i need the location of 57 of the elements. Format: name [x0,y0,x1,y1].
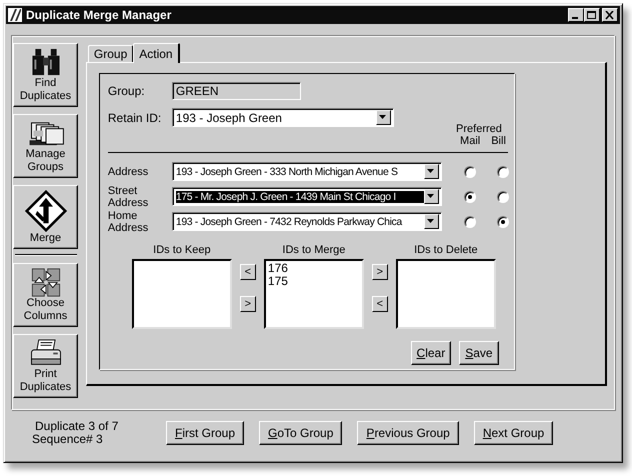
dropdown-arrow-icon [427,169,436,174]
close-button[interactable] [602,8,618,22]
list-title: IDs to Keep [153,244,211,256]
close-icon [605,10,615,20]
dropdown-arrow-icon [427,194,436,199]
move-button[interactable]: < [372,296,388,312]
list-title: IDs to Merge [282,244,346,256]
toolbar-button[interactable]: Print Duplicates [13,334,78,398]
column-header: Preferred [456,123,502,135]
dropdown-arrow-icon [427,219,436,224]
action-button[interactable]: Save [458,341,499,365]
toolbar-button[interactable]: Find Duplicates [13,43,78,107]
list-title: IDs to Delete [414,244,478,256]
group-field: GREEN [172,82,301,100]
radio-button[interactable] [464,166,476,178]
app-icon [8,8,22,22]
radio-button[interactable] [496,190,509,202]
nav-button[interactable]: GoTo Group [259,421,342,445]
list-item[interactable]: 176 [268,262,360,275]
column-header: Bill [491,135,506,147]
address-dropdown[interactable]: 193 - Joseph Green - 333 North Michigan Avenue S [172,162,442,181]
field-label: Home Address [108,210,150,234]
address-dropdown[interactable]: 175 - Mr. Joseph J. Green - 1439 Main St Chicago I [172,187,442,206]
window-title: Duplicate Merge Manager [26,8,172,22]
tab[interactable]: Group [88,45,134,62]
maximize-button[interactable] [584,8,600,22]
address-dropdown[interactable]: 193 - Joseph Green - 7432 Reynolds Parkway Chica [172,212,442,231]
radio-button[interactable] [464,190,476,202]
move-button[interactable]: > [240,296,256,312]
status-text: Duplicate 3 of 7 [34,420,120,433]
id-list[interactable] [132,259,232,329]
toolbar-button[interactable]: Merge [13,185,78,249]
minimize-icon [572,17,578,19]
toolbar-button[interactable]: Manage Groups [13,114,78,178]
move-button[interactable]: > [372,264,388,280]
field-label: Address [108,166,150,178]
nav-button[interactable]: Previous Group [357,421,459,445]
field-label: Retain ID: [108,110,162,124]
field-label: Street Address [108,184,150,208]
move-button[interactable]: < [240,264,256,280]
radio-button[interactable] [496,166,509,178]
minimize-button[interactable] [568,8,584,22]
retain-id-dropdown[interactable]: 193 - Joseph Green [172,108,394,127]
column-header: Mail [460,135,480,147]
nav-button[interactable]: First Group [166,421,244,445]
dropdown-arrow-icon [379,115,388,120]
tab[interactable]: Action [133,43,180,63]
radio-button[interactable] [464,216,476,228]
toolbar-button[interactable]: Choose Columns [13,263,78,327]
radio-button[interactable] [496,216,509,228]
id-list[interactable]: 176 175 [264,259,364,329]
action-button[interactable]: Clear [410,341,451,365]
nav-button[interactable]: Next Group [474,421,554,445]
maximize-icon [587,10,597,20]
list-item[interactable]: 175 [268,275,360,288]
field-label: Group: [108,84,146,98]
id-list[interactable] [396,259,496,329]
